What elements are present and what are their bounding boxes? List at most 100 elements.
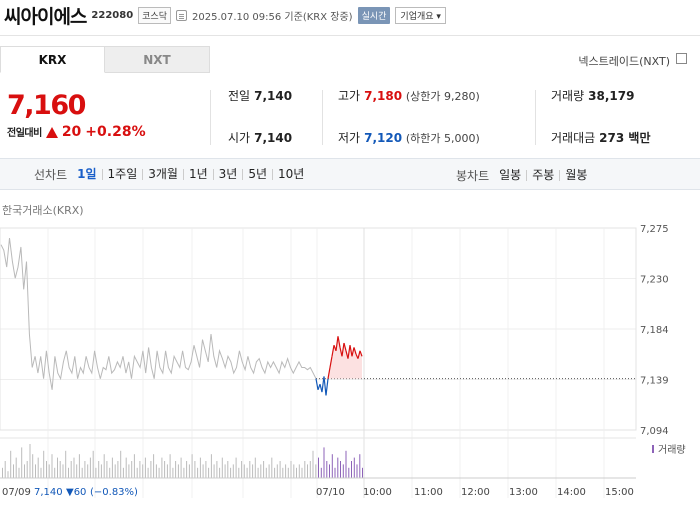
period-3m[interactable]: 3개월 [142, 168, 183, 180]
volume-bar [238, 467, 240, 478]
volume-legend-label: 거래량 [658, 444, 686, 456]
exchange-tabs: KRX NXT [0, 46, 210, 73]
volume-bar [125, 457, 127, 478]
candle-monthly[interactable]: 월봉 [559, 169, 592, 181]
volume-bar [362, 467, 363, 478]
x-tick-label: 07/09 [2, 487, 31, 498]
candle-daily[interactable]: 일봉 [494, 169, 526, 181]
stats-divider [210, 90, 211, 145]
stock-code: 222080 [91, 9, 134, 21]
volume-bar [257, 467, 259, 478]
volume-bar [194, 461, 196, 478]
volume-bar [268, 464, 270, 478]
volume-bar [84, 461, 86, 478]
volume-bar [2, 467, 3, 478]
volume-bar [334, 467, 336, 478]
stat-value: 7,140 [254, 131, 293, 145]
volume-bar [188, 464, 190, 478]
period-3y[interactable]: 3년 [212, 168, 243, 180]
stat-value: 7,120 [364, 131, 403, 145]
prev-day-close: 7,140 [34, 487, 63, 498]
volume-bar [243, 464, 245, 478]
period-10y[interactable]: 10년 [272, 168, 309, 180]
volume-bar [54, 467, 56, 478]
market-label: 한국거래소(KRX) [2, 204, 84, 217]
volume-bar [131, 461, 133, 478]
period-selector: 선차트 1일 1주일 3개월 1년 3년 5년 10년 봉차트 일봉 주봉 월봉 [0, 158, 700, 190]
volume-bar [59, 461, 61, 478]
volume-bar [161, 457, 163, 478]
volume-bar [301, 467, 303, 478]
volume-bar [348, 467, 350, 478]
volume-bar [293, 464, 295, 478]
lower-limit: (하한가 5,000) [405, 132, 480, 145]
volume-bar [43, 450, 45, 478]
tab-nxt[interactable]: NXT [105, 46, 210, 73]
stat-value: 273 백만 [599, 131, 651, 145]
period-1w[interactable]: 1주일 [101, 168, 143, 180]
x-tick-label: 15:00 [605, 487, 634, 498]
volume-bar [359, 454, 361, 478]
tab-krx[interactable]: KRX [0, 46, 105, 73]
volume-bar [205, 461, 207, 478]
nextrade-checkbox[interactable] [676, 53, 687, 64]
period-5y[interactable]: 5년 [242, 168, 272, 180]
nextrade-link[interactable]: 넥스트레이드(NXT) [578, 53, 670, 69]
volume-bar [95, 467, 97, 478]
price-chart[interactable]: 7,275 7,230 7,184 7,139 7,094 거래량 07/09 07/10 10… [0, 220, 700, 515]
stat-value: 7,180 [364, 89, 403, 103]
volume-bar [21, 447, 23, 478]
volume-bar [290, 461, 292, 478]
stat-value: 7,140 [254, 89, 293, 103]
market-badge: 코스닥 [138, 6, 171, 24]
volume-bar [232, 464, 234, 478]
line-chart-label: 선차트 [34, 167, 68, 182]
volume-bar [87, 464, 89, 478]
prev-day-rate: (−0.83%) [90, 487, 138, 498]
stat-low: 저가 7,120 (하한가 5,000) [338, 129, 480, 146]
stat-volume: 거래량 38,179 [551, 87, 634, 104]
stat-label: 거래대금 [551, 131, 596, 145]
volume-bar [191, 454, 193, 478]
volume-bar [326, 461, 328, 478]
volume-bar [106, 461, 108, 478]
realtime-button[interactable]: 실시간 [357, 6, 391, 24]
volume-bar [197, 467, 199, 478]
prev-day-change: ▼60 [66, 487, 86, 498]
stock-header: 씨아이에스 222080 코스닥 2025.07.10 09:56 기준(KRX… [4, 4, 446, 28]
volume-bar [78, 454, 80, 478]
volume-bar [296, 467, 297, 478]
volume-bar [216, 461, 218, 478]
volume-bar [155, 464, 157, 478]
stat-high: 고가 7,180 (상한가 9,280) [338, 87, 480, 104]
volume-bar [92, 450, 94, 478]
header-divider [0, 35, 700, 36]
candle-weekly[interactable]: 주봉 [526, 169, 559, 181]
volume-bar [158, 467, 160, 478]
volume-bar [164, 461, 166, 478]
volume-bar [29, 444, 31, 478]
price-change: 전일대비 20 +0.28% [7, 124, 146, 140]
volume-bar [285, 464, 287, 478]
volume-bar [329, 464, 330, 478]
volume-bar [40, 467, 42, 478]
volume-bar [227, 461, 229, 478]
volume-bar [98, 461, 100, 478]
x-tick-label: 07/10 [316, 487, 345, 498]
volume-bar [183, 467, 185, 478]
company-overview-button[interactable]: 기업개요 ▾ [395, 6, 446, 24]
stat-open: 시가 7,140 [228, 129, 292, 146]
period-1y[interactable]: 1년 [182, 168, 213, 180]
volume-bar [219, 467, 221, 478]
volume-bar [276, 464, 278, 478]
volume-bar [144, 457, 146, 478]
period-1d[interactable]: 1일 [72, 168, 101, 180]
volume-bar [224, 464, 226, 478]
volume-bar [76, 464, 78, 478]
volume-bar [186, 461, 188, 478]
volume-bar [315, 464, 317, 478]
volume-bar [356, 464, 358, 478]
volume-bar [153, 454, 155, 478]
stats-divider [322, 90, 323, 145]
volume-bar [221, 457, 223, 478]
